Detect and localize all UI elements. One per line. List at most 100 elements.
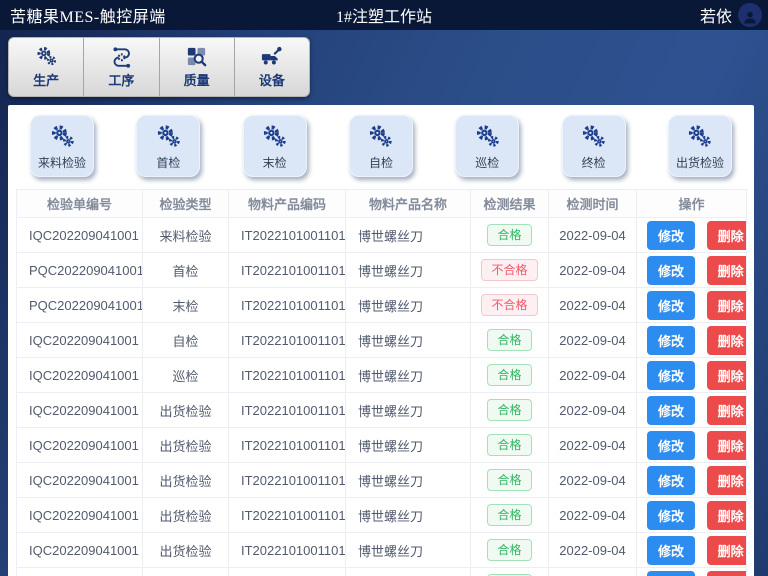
table-header-row: 检验单编号检验类型物料产品编码物料产品名称检测结果检测时间操作 [17, 190, 747, 218]
edit-button[interactable]: 修改 [647, 501, 695, 530]
cell-inspection-type: 首检 [143, 253, 229, 288]
delete-button[interactable]: 删除 [707, 431, 747, 460]
inspection-button-label: 自检 [369, 154, 393, 171]
cell-inspection-type: 巡检 [143, 358, 229, 393]
toolbar-item-equipment-machine[interactable]: 设备 [235, 38, 309, 96]
delete-button[interactable]: 删除 [707, 501, 747, 530]
cell-material-name: 博世螺丝刀 [346, 568, 471, 576]
cell-material-code: IT2022101001101 [229, 253, 346, 288]
delete-button[interactable]: 删除 [707, 221, 747, 250]
inspection-button-row: 来料检验 首检 末检 自检 巡检 终检 出货检验 [16, 111, 746, 189]
cell-actions: 修改 删除 [637, 568, 747, 576]
result-badge: 合格 [487, 504, 531, 526]
cell-date: 2022-09-04 [549, 253, 637, 288]
cell-material-name: 博世螺丝刀 [346, 498, 471, 533]
toolbar-item-label: 工序 [108, 70, 134, 89]
inspection-button-6[interactable]: 出货检验 [668, 115, 732, 177]
inspection-button-label: 巡检 [475, 154, 499, 171]
delete-button[interactable]: 删除 [707, 291, 747, 320]
quality-inspect-icon [185, 45, 208, 68]
cell-order-no: IQC202209041001 [17, 533, 143, 568]
result-badge: 不合格 [481, 259, 537, 281]
topbar: 苦糖果MES-触控屏端 1#注塑工作站 若依 [0, 0, 768, 30]
delete-button[interactable]: 删除 [707, 571, 747, 576]
mes-touchscreen: 苦糖果MES-触控屏端 1#注塑工作站 若依 生产 工序 质量 设备 来料检验 … [0, 0, 768, 576]
delete-button[interactable]: 删除 [707, 326, 747, 355]
cell-order-no: IQC202209041001 [17, 393, 143, 428]
cell-material-name: 博世螺丝刀 [346, 533, 471, 568]
delete-button[interactable]: 删除 [707, 361, 747, 390]
edit-button[interactable]: 修改 [647, 221, 695, 250]
cell-actions: 修改 删除 [637, 428, 747, 463]
username: 若依 [700, 3, 732, 27]
cell-order-no: IQC202209041001 [17, 568, 143, 576]
delete-button[interactable]: 删除 [707, 536, 747, 565]
cell-actions: 修改 删除 [637, 498, 747, 533]
user-menu[interactable]: 若依 [700, 3, 762, 27]
toolbar-item-process-route[interactable]: 工序 [84, 38, 159, 96]
gears-icon [367, 123, 394, 150]
result-badge: 合格 [487, 434, 531, 456]
delete-button[interactable]: 删除 [707, 256, 747, 285]
cell-actions: 修改 删除 [637, 323, 747, 358]
toolbar-item-production-gears[interactable]: 生产 [9, 38, 84, 96]
table-row: IQC202209041001 出货检验 IT2022101001101 博世螺… [17, 428, 747, 463]
cell-order-no: IQC202209041001 [17, 498, 143, 533]
cell-material-code: IT2022101001101 [229, 463, 346, 498]
cell-order-no: IQC202209041001 [17, 428, 143, 463]
inspection-button-label: 出货检验 [676, 154, 724, 171]
gears-icon [580, 123, 607, 150]
delete-button[interactable]: 删除 [707, 466, 747, 495]
cell-actions: 修改 删除 [637, 463, 747, 498]
column-header: 物料产品名称 [346, 190, 471, 218]
cell-date: 2022-09-04 [549, 533, 637, 568]
avatar[interactable] [738, 3, 762, 27]
table-row: IQC202209041001 出货检验 IT2022101001101 博世螺… [17, 533, 747, 568]
cell-actions: 修改 删除 [637, 253, 747, 288]
edit-button[interactable]: 修改 [647, 291, 695, 320]
cell-material-name: 博世螺丝刀 [346, 323, 471, 358]
cell-inspection-type: 出货检验 [143, 428, 229, 463]
cell-result: 合格 [471, 568, 549, 576]
inspection-button-3[interactable]: 自检 [349, 115, 413, 177]
cell-material-name: 博世螺丝刀 [346, 288, 471, 323]
inspection-button-0[interactable]: 来料检验 [30, 115, 94, 177]
inspection-button-4[interactable]: 巡检 [455, 115, 519, 177]
inspection-button-5[interactable]: 终检 [562, 115, 626, 177]
cell-material-code: IT2022101001101 [229, 393, 346, 428]
edit-button[interactable]: 修改 [647, 256, 695, 285]
edit-button[interactable]: 修改 [647, 326, 695, 355]
edit-button[interactable]: 修改 [647, 396, 695, 425]
edit-button[interactable]: 修改 [647, 361, 695, 390]
cell-result: 合格 [471, 533, 549, 568]
inspection-button-1[interactable]: 首检 [136, 115, 200, 177]
delete-button[interactable]: 删除 [707, 396, 747, 425]
cell-material-code: IT2022101001101 [229, 358, 346, 393]
edit-button[interactable]: 修改 [647, 536, 695, 565]
cell-material-code: IT2022101001101 [229, 498, 346, 533]
result-badge: 不合格 [481, 294, 537, 316]
table-row: IQC202209041001 出货检验 IT2022101001101 博世螺… [17, 498, 747, 533]
cell-material-name: 博世螺丝刀 [346, 393, 471, 428]
cell-material-name: 博世螺丝刀 [346, 218, 471, 253]
result-badge: 合格 [487, 224, 531, 246]
cell-material-name: 博世螺丝刀 [346, 428, 471, 463]
gears-icon [261, 123, 288, 150]
inspection-button-label: 终检 [582, 154, 606, 171]
cell-order-no: PQC202209041001 [17, 253, 143, 288]
cell-inspection-type: 出货检验 [143, 568, 229, 576]
column-header: 检验类型 [143, 190, 229, 218]
edit-button[interactable]: 修改 [647, 571, 695, 576]
toolbar-item-quality-inspect[interactable]: 质量 [160, 38, 235, 96]
cell-inspection-type: 来料检验 [143, 218, 229, 253]
cell-material-code: IT2022101001101 [229, 568, 346, 576]
edit-button[interactable]: 修改 [647, 466, 695, 495]
cell-date: 2022-09-04 [549, 463, 637, 498]
cell-date: 2022-09-04 [549, 358, 637, 393]
cell-date: 2022-09-04 [549, 218, 637, 253]
column-header: 操作 [637, 190, 747, 218]
edit-button[interactable]: 修改 [647, 431, 695, 460]
inspection-button-2[interactable]: 末检 [243, 115, 307, 177]
cell-result: 合格 [471, 428, 549, 463]
inspection-button-label: 首检 [156, 154, 180, 171]
